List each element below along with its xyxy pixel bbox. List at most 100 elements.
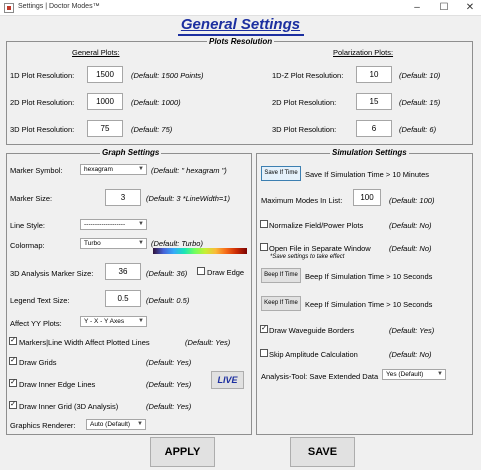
affect-yy-select[interactable]: Y - X - Y Axes ▼ (80, 316, 147, 327)
chevron-down-icon: ▼ (138, 166, 144, 172)
chevron-down-icon: ▼ (137, 421, 143, 427)
inner-edge-label: Draw Inner Edge Lines (19, 380, 96, 389)
minimize-button[interactable]: – (405, 0, 429, 16)
live-button[interactable]: LIVE (211, 371, 244, 389)
line-style-value: ------------------- (84, 221, 126, 228)
window-title: Settings | Doctor Modes™ (18, 3, 100, 10)
marker-symbol-default: (Default: " hexagram ") (151, 166, 227, 175)
renderer-select[interactable]: Auto (Default) ▼ (86, 419, 146, 430)
open-file-default: (Default: No) (389, 244, 432, 253)
res-3d-input[interactable]: 75 (87, 120, 123, 137)
colormap-value: Turbo (84, 240, 101, 247)
normalize-checkbox[interactable] (260, 220, 268, 228)
res-1d-default: (Default: 1500 Points) (131, 71, 204, 80)
skip-amplitude-default: (Default: No) (389, 350, 432, 359)
title-underline (178, 34, 304, 36)
max-modes-default: (Default: 100) (389, 196, 435, 205)
marker-symbol-label: Marker Symbol: (10, 166, 63, 175)
chevron-down-icon: ▼ (138, 240, 144, 246)
draw-grids-default: (Default: Yes) (146, 358, 192, 367)
marker-symbol-select[interactable]: hexagram ▼ (80, 164, 147, 175)
pol-res-3d-default: (Default: 6) (399, 125, 437, 134)
skip-amplitude-checkbox[interactable] (260, 349, 268, 357)
marker-size-label: Marker Size: (10, 194, 53, 203)
simulation-settings-title: Simulation Settings (330, 148, 409, 157)
inner-grid-label: Draw Inner Grid (3D Analysis) (19, 402, 119, 411)
analysis-tool-value: Yes (Default) (386, 371, 424, 378)
general-plots-header: General Plots: (72, 48, 120, 57)
apply-button[interactable]: APPLY (150, 437, 215, 467)
app-icon (4, 3, 14, 13)
markers-line-label: Markers|Line Width Affect Plotted Lines (19, 338, 150, 347)
colormap-select[interactable]: Turbo ▼ (80, 238, 147, 249)
marker-symbol-value: hexagram (84, 166, 113, 173)
res-1d-input[interactable]: 1500 (87, 66, 123, 83)
plots-resolution-title: Plots Resolution (207, 37, 275, 46)
colormap-default: (Default: Turbo) (151, 239, 203, 248)
waveguide-default: (Default: Yes) (389, 326, 435, 335)
affect-yy-value: Y - X - Y Axes (84, 318, 125, 325)
open-file-checkbox[interactable] (260, 243, 268, 251)
draw-edge-label: Draw Edge (207, 268, 245, 277)
res-3d-label: 3D Plot Resolution: (10, 125, 75, 134)
legend-size-input[interactable]: 0.5 (105, 290, 141, 307)
keep-if-time-button[interactable]: Keep If Time (261, 296, 301, 311)
pol-res-2d-default: (Default: 15) (399, 98, 441, 107)
chevron-down-icon: ▼ (138, 318, 144, 324)
renderer-label: Graphics Renderer: (10, 421, 76, 430)
legend-size-default: (Default: 0.5) (146, 296, 190, 305)
skip-amplitude-label: Skip Amplitude Calculation (269, 350, 358, 359)
chevron-down-icon: ▼ (437, 371, 443, 377)
draw-edge-checkbox[interactable] (197, 267, 205, 275)
beep-if-time-button[interactable]: Beep If Time (261, 268, 301, 283)
normalize-default: (Default: No) (389, 221, 432, 230)
analysis-marker-input[interactable]: 36 (105, 263, 141, 280)
close-button[interactable]: ✕ (458, 0, 481, 16)
analysis-tool-select[interactable]: Yes (Default) ▼ (382, 369, 446, 380)
save-if-time-label: Save If Simulation Time > 10 Minutes (305, 170, 430, 179)
inner-grid-checkbox[interactable]: ✓ (9, 401, 17, 409)
pol-res-1dz-label: 1D-Z Plot Resolution: (272, 71, 344, 80)
legend-size-label: Legend Text Size: (10, 296, 70, 305)
waveguide-checkbox[interactable]: ✓ (260, 325, 268, 333)
pol-res-2d-label: 2D Plot Resolution: (272, 98, 337, 107)
analysis-marker-default: (Default: 36) (146, 269, 188, 278)
colormap-preview (153, 248, 247, 254)
marker-size-default: (Default: 3 *LineWidth=1) (146, 194, 230, 203)
markers-line-checkbox[interactable]: ✓ (9, 337, 17, 345)
pol-res-2d-input[interactable]: 15 (356, 93, 392, 110)
pol-res-3d-input[interactable]: 6 (356, 120, 392, 137)
colormap-label: Colormap: (10, 241, 45, 250)
line-style-select[interactable]: ------------------- ▼ (80, 219, 147, 230)
draw-grids-label: Draw Grids (19, 358, 57, 367)
inner-edge-checkbox[interactable]: ✓ (9, 379, 17, 387)
pol-res-1dz-default: (Default: 10) (399, 71, 441, 80)
save-button[interactable]: SAVE (290, 437, 355, 467)
chevron-down-icon: ▼ (138, 221, 144, 227)
max-modes-label: Maximum Modes In List: (261, 196, 343, 205)
line-style-label: Line Style: (10, 221, 46, 230)
analysis-tool-label: Analysis-Tool: Save Extended Data (261, 372, 379, 381)
affect-yy-label: Affect YY Plots: (10, 319, 62, 328)
inner-edge-default: (Default: Yes) (146, 380, 192, 389)
max-modes-input[interactable]: 100 (353, 189, 381, 206)
waveguide-label: Draw Waveguide Borders (269, 326, 355, 335)
renderer-value: Auto (Default) (90, 421, 131, 428)
pol-res-1dz-input[interactable]: 10 (356, 66, 392, 83)
res-2d-default: (Default: 1000) (131, 98, 181, 107)
open-file-note: *Save settings to take effect (270, 254, 345, 260)
normalize-label: Normalize Field/Power Plots (269, 221, 364, 230)
save-if-time-button[interactable]: Save If Time (261, 166, 301, 181)
markers-line-default: (Default: Yes) (185, 338, 231, 347)
page-title: General Settings (180, 16, 301, 33)
res-2d-label: 2D Plot Resolution: (10, 98, 75, 107)
res-2d-input[interactable]: 1000 (87, 93, 123, 110)
beep-if-time-label: Beep If Simulation Time > 10 Seconds (305, 272, 433, 281)
analysis-marker-label: 3D Analysis Marker Size: (10, 269, 94, 278)
draw-grids-checkbox[interactable]: ✓ (9, 357, 17, 365)
marker-size-input[interactable]: 3 (105, 189, 141, 206)
inner-grid-default: (Default: Yes) (146, 402, 192, 411)
maximize-button[interactable]: ☐ (432, 0, 456, 16)
open-file-label: Open File in Separate Window (269, 244, 371, 253)
graph-settings-title: Graph Settings (100, 148, 162, 157)
